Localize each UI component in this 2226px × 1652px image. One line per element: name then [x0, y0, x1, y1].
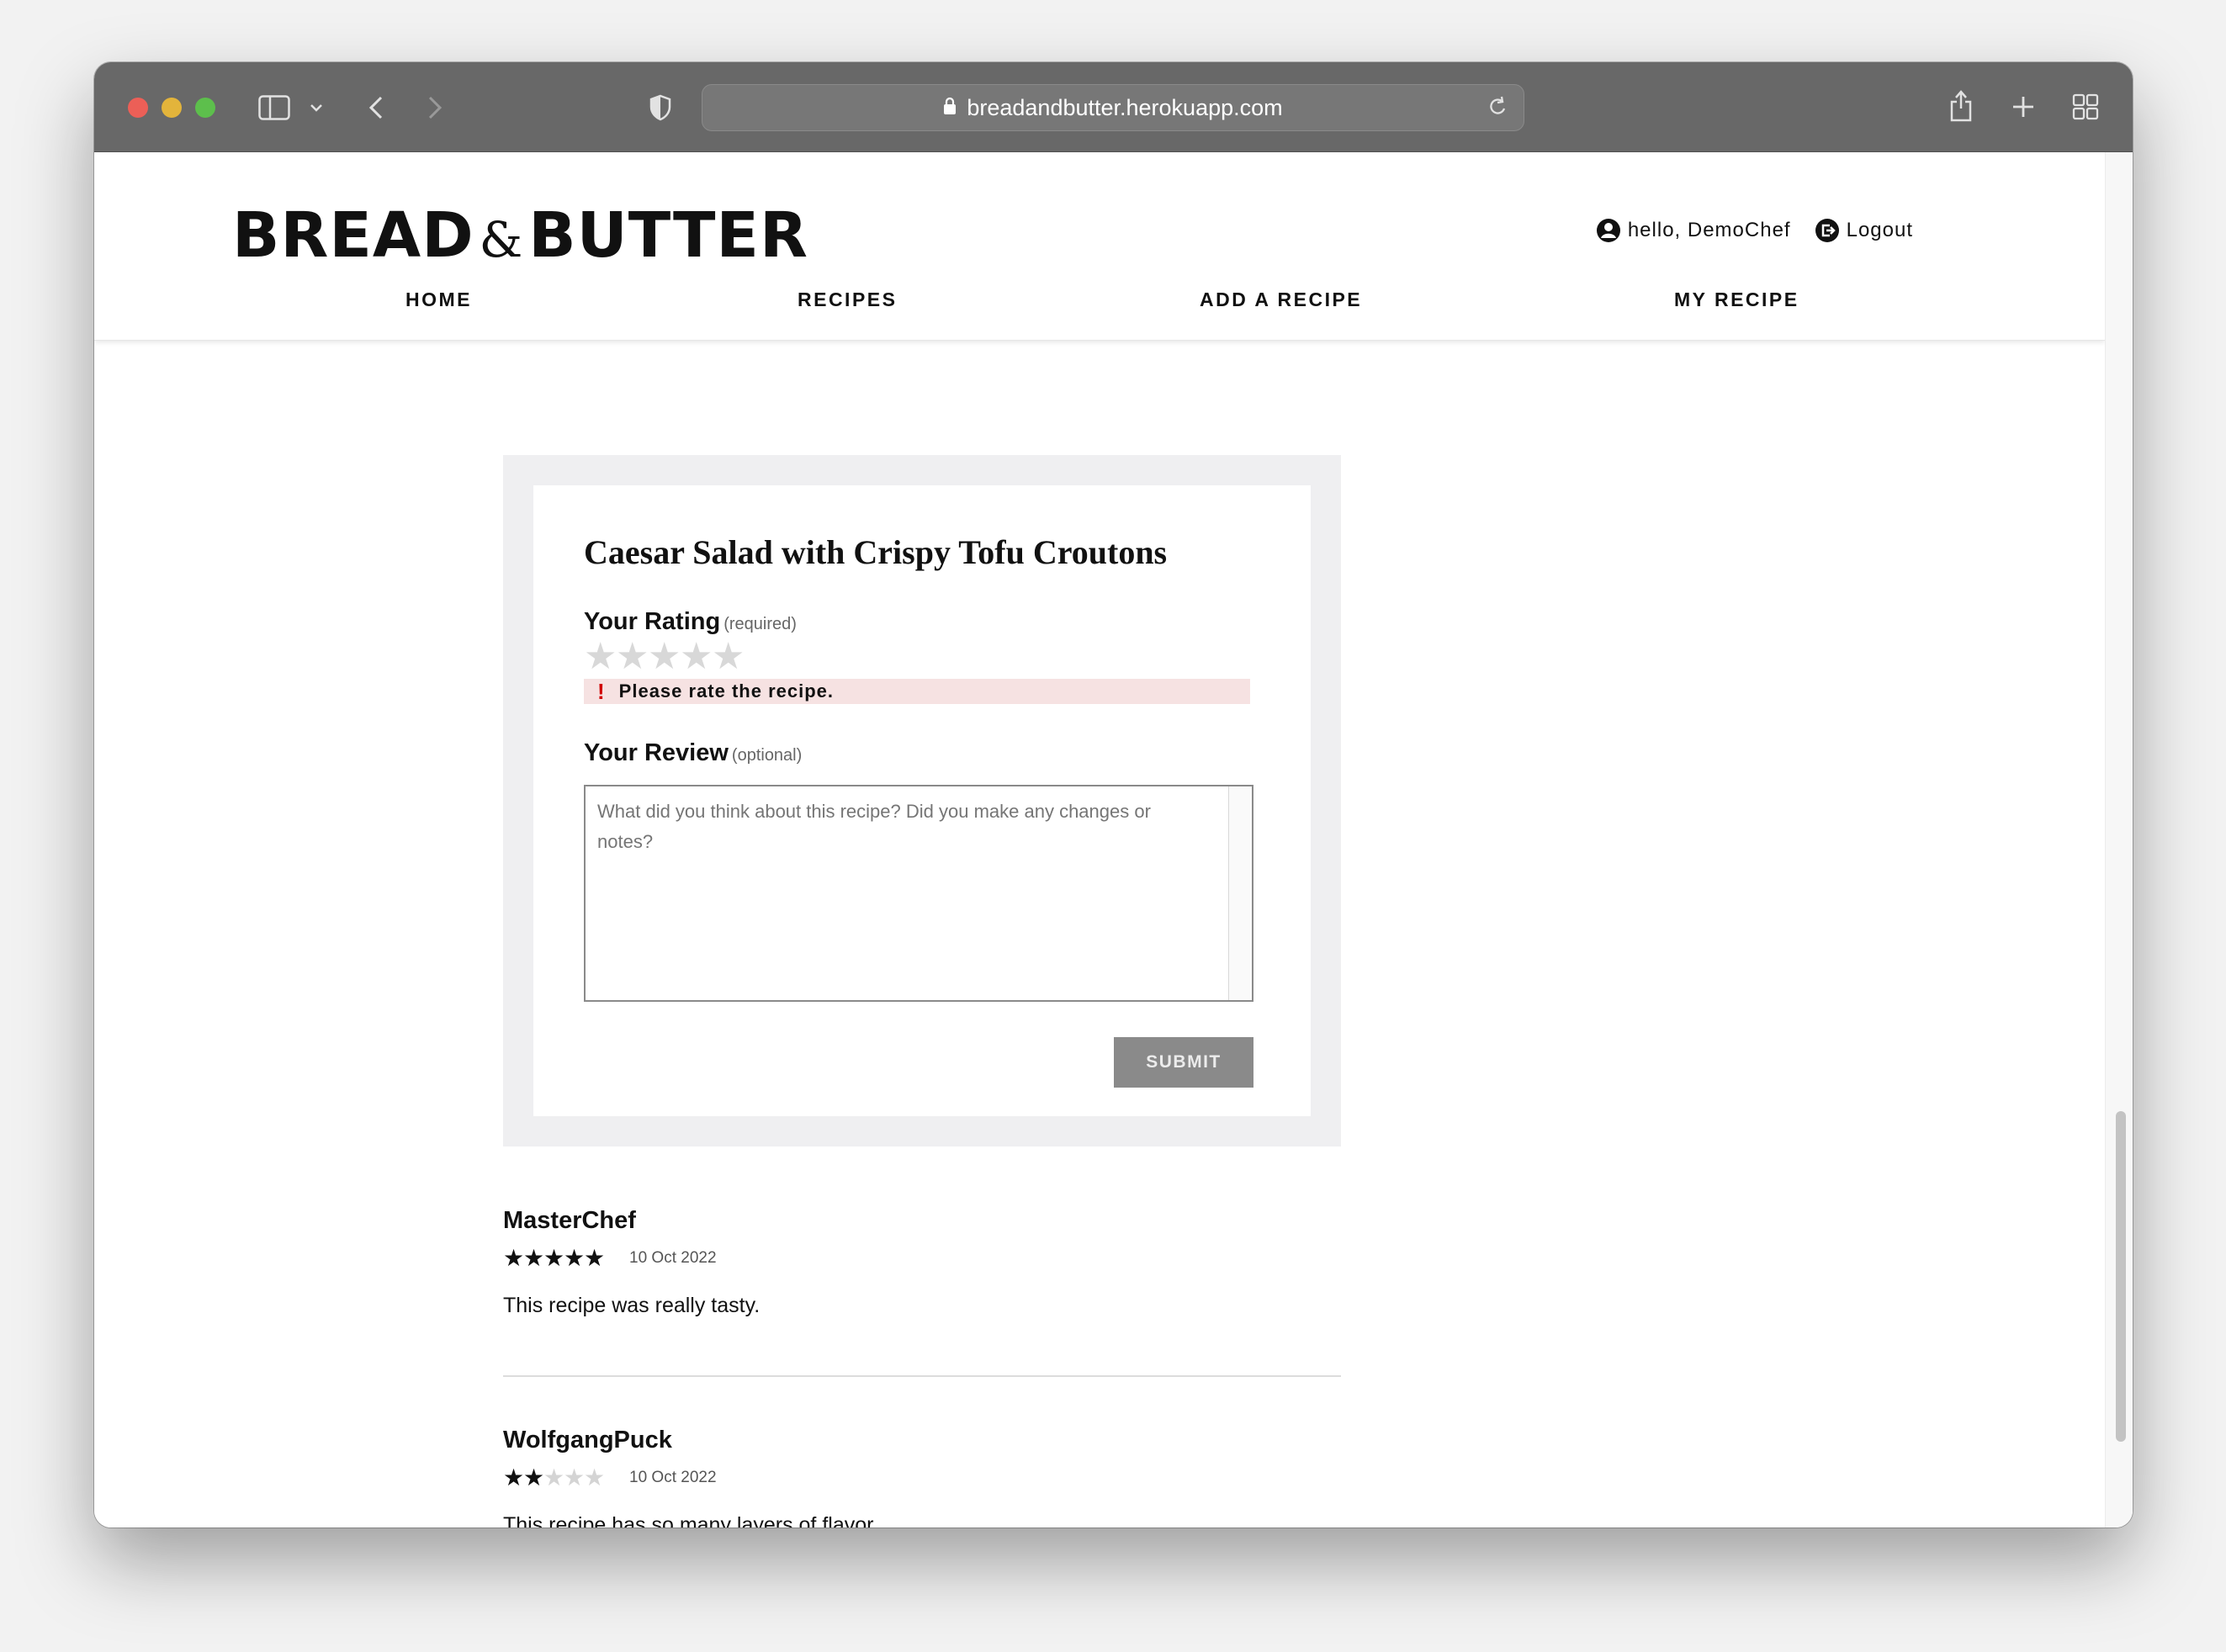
star-icon: ★: [543, 1245, 565, 1271]
nav-my-recipe[interactable]: MY RECIPE: [1674, 289, 1799, 311]
star-icon: ★: [564, 1245, 586, 1271]
zoom-window-button[interactable]: [195, 98, 215, 118]
review-date: 10 Oct 2022: [629, 1469, 717, 1486]
star-icon[interactable]: ★: [584, 638, 617, 675]
browser-toolbar: breadandbutter.herokuapp.com: [94, 62, 2133, 152]
user-menu: hello, DemoChef Logout: [1572, 218, 1913, 243]
sidebar-toggle-icon[interactable]: [257, 93, 291, 123]
main-nav: HOME RECIPES ADD A RECIPE MY RECIPE: [94, 289, 2105, 322]
reload-icon[interactable]: [1487, 95, 1508, 124]
address-bar[interactable]: breadandbutter.herokuapp.com: [702, 84, 1524, 131]
rating-error-message: ! Please rate the recipe.: [584, 679, 1250, 704]
user-greeting[interactable]: hello, DemoChef: [1596, 218, 1791, 243]
back-icon[interactable]: [363, 93, 389, 123]
review-divider: [503, 1375, 1341, 1377]
review-date: 10 Oct 2022: [629, 1249, 717, 1267]
star-icon[interactable]: ★: [712, 638, 745, 675]
close-window-button[interactable]: [128, 98, 148, 118]
error-icon: !: [597, 678, 606, 704]
star-icon: ★: [523, 1464, 545, 1491]
star-icon: ★: [503, 1464, 525, 1491]
review-item: WolfgangPuck ★ ★ ★ ★ ★ 10 Oct 2022 This reci…: [503, 1427, 1341, 1528]
nav-recipes[interactable]: RECIPES: [798, 289, 897, 311]
minimize-window-button[interactable]: [162, 98, 182, 118]
review-text: This recipe was really tasty.: [503, 1294, 761, 1317]
review-author: WolfgangPuck: [503, 1427, 672, 1453]
star-icon[interactable]: ★: [648, 638, 681, 675]
site-logo[interactable]: BREAD &BUTTER: [232, 199, 808, 272]
textarea-scrollbar[interactable]: [1228, 786, 1252, 1000]
star-icon: ★: [503, 1245, 525, 1271]
web-page: BREAD &BUTTER hello, DemoChef Logout HOME…: [94, 152, 2133, 1528]
star-icon: ★: [523, 1245, 545, 1271]
star-icon: ★: [584, 1464, 606, 1491]
review-form: Caesar Salad with Crispy Tofu Croutons Y…: [533, 485, 1311, 1116]
page-scrollbar[interactable]: [2105, 152, 2133, 1528]
recipe-title: Caesar Salad with Crispy Tofu Croutons: [584, 533, 1168, 571]
lock-icon: [943, 95, 957, 121]
review-label: Your Review (optional): [584, 739, 803, 766]
star-icon: ★: [584, 1245, 606, 1271]
review-rating-stars: ★ ★ ★ ★ ★: [503, 1464, 606, 1491]
review-form-panel: Caesar Salad with Crispy Tofu Croutons Y…: [503, 455, 1341, 1146]
nav-home[interactable]: HOME: [405, 289, 472, 311]
nav-add-recipe[interactable]: ADD A RECIPE: [1200, 289, 1362, 311]
star-icon[interactable]: ★: [616, 638, 649, 675]
browser-window: breadandbutter.herokuapp.com BREAD &BUTTE…: [94, 62, 2133, 1528]
site-header: BREAD &BUTTER hello, DemoChef Logout HOME…: [94, 152, 2105, 341]
review-text: This recipe has so many layers of flavor…: [503, 1513, 879, 1528]
review-item: MasterChef ★ ★ ★ ★ ★ 10 Oct 2022 This recipe…: [503, 1207, 1341, 1318]
submit-button[interactable]: SUBMIT: [1114, 1037, 1253, 1088]
rating-label: Your Rating (required): [584, 608, 797, 635]
chevron-down-icon[interactable]: [308, 99, 325, 116]
star-icon: ★: [543, 1464, 565, 1491]
new-tab-icon[interactable]: [2009, 93, 2038, 121]
privacy-shield-icon[interactable]: [646, 93, 675, 123]
forward-icon[interactable]: [422, 93, 448, 123]
star-rating-input[interactable]: ★ ★ ★ ★ ★: [584, 638, 745, 675]
logout-icon: [1815, 219, 1839, 242]
star-icon: ★: [564, 1464, 586, 1491]
scrollbar-thumb[interactable]: [2116, 1111, 2126, 1442]
share-icon[interactable]: [1947, 87, 1975, 123]
logout-link[interactable]: Logout: [1815, 218, 1913, 243]
review-author: MasterChef: [503, 1207, 636, 1234]
tab-overview-icon[interactable]: [2071, 93, 2100, 121]
review-rating-stars: ★ ★ ★ ★ ★: [503, 1245, 606, 1271]
user-icon: [1596, 219, 1620, 242]
star-icon[interactable]: ★: [680, 638, 713, 675]
review-textarea[interactable]: [584, 785, 1253, 1002]
url-text: breadandbutter.herokuapp.com: [967, 94, 1283, 120]
